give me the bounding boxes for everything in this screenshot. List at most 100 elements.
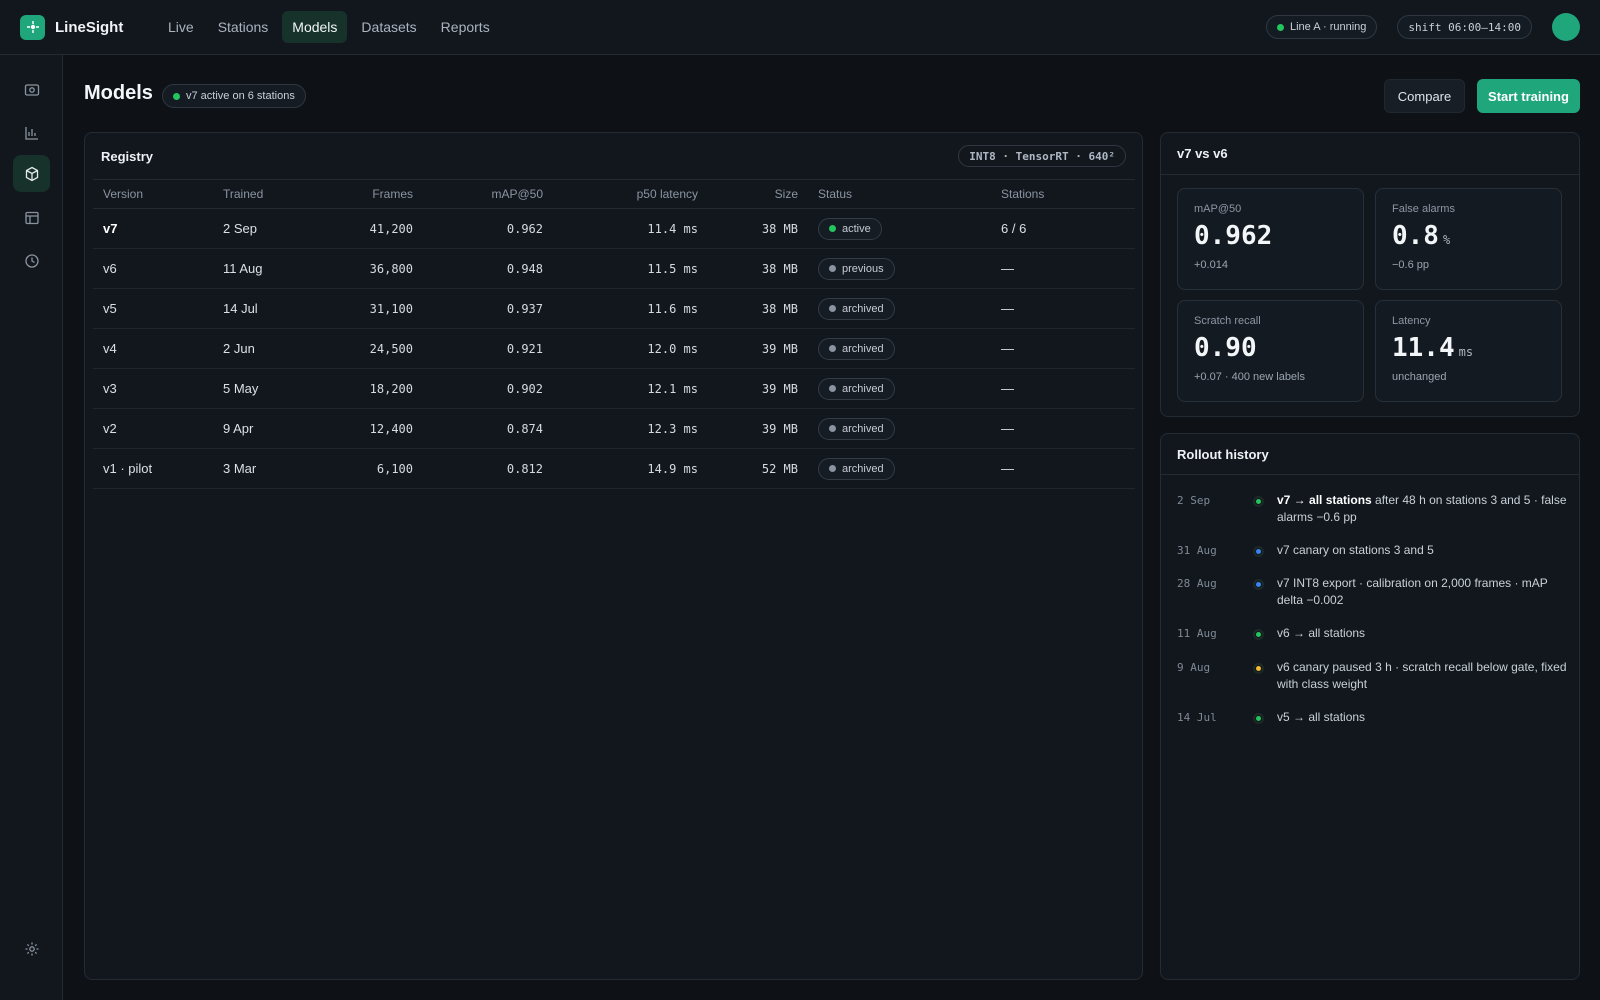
cell-size: 38 MB bbox=[708, 208, 808, 249]
table-row[interactable]: v7 2 Sep 41,200 0.962 11.4 ms 38 MB active 6 / … bbox=[93, 208, 1135, 249]
col-size[interactable]: Size bbox=[708, 179, 808, 209]
nav-live[interactable]: Live bbox=[158, 11, 204, 43]
rollout-title: Rollout history bbox=[1161, 434, 1579, 475]
active-dot-icon bbox=[173, 92, 180, 100]
page-title: Models bbox=[84, 82, 153, 104]
status-badge: previous bbox=[818, 257, 895, 280]
timeline-date: 2 Sep bbox=[1177, 494, 1211, 507]
col-frames[interactable]: Frames bbox=[313, 179, 423, 209]
compare-button[interactable]: Compare bbox=[1384, 79, 1465, 113]
cell-map: 0.937 bbox=[423, 288, 553, 329]
col-latency[interactable]: p50 latency bbox=[553, 179, 708, 209]
status-dot-icon bbox=[1276, 23, 1284, 31]
rail-models-button[interactable] bbox=[13, 155, 50, 192]
cell-stations: — bbox=[991, 248, 1135, 289]
cell-status: archived bbox=[808, 408, 991, 449]
stat-card-map: mAP@50 0.962 +0.014 bbox=[1177, 188, 1364, 290]
cell-size: 39 MB bbox=[708, 328, 808, 369]
nav-datasets[interactable]: Datasets bbox=[351, 11, 426, 43]
col-version[interactable]: Version bbox=[93, 179, 213, 209]
stat-label: Latency bbox=[1392, 315, 1431, 327]
line-status-pill[interactable]: Line A · running bbox=[1265, 15, 1378, 39]
col-trained[interactable]: Trained bbox=[213, 179, 313, 209]
timeline-dot-icon bbox=[1253, 579, 1264, 590]
status-badge: archived bbox=[818, 377, 895, 400]
status-dot-icon bbox=[829, 265, 836, 272]
nav-reports[interactable]: Reports bbox=[431, 11, 500, 43]
status-text: archived bbox=[842, 382, 884, 395]
cell-latency: 11.6 ms bbox=[553, 288, 708, 329]
app-logo[interactable]: LineSight bbox=[20, 14, 158, 40]
cell-size: 38 MB bbox=[708, 248, 808, 289]
table-row[interactable]: v5 14 Jul 31,100 0.937 11.6 ms 38 MB archived — bbox=[93, 288, 1135, 329]
app-name: LineSight bbox=[55, 18, 124, 36]
cell-version: v4 bbox=[93, 328, 213, 369]
stat-card-scratch-recall: Scratch recall 0.90 +0.07 · 400 new labe… bbox=[1177, 300, 1364, 402]
user-avatar[interactable] bbox=[1552, 13, 1580, 41]
rail-history-button[interactable] bbox=[13, 242, 50, 279]
start-training-button[interactable]: Start training bbox=[1477, 79, 1580, 113]
col-stations[interactable]: Stations bbox=[991, 179, 1135, 209]
timeline-dot-icon bbox=[1253, 546, 1264, 557]
timeline-detail-text: v7 canary on stations 3 and 5 bbox=[1277, 543, 1434, 557]
table-row[interactable]: v3 5 May 18,200 0.902 12.1 ms 39 MB archived — bbox=[93, 368, 1135, 409]
rail-live-button[interactable] bbox=[13, 71, 50, 108]
timeline-text: v6 canary paused 3 h · scratch recall be… bbox=[1277, 659, 1567, 693]
logo-icon bbox=[20, 14, 45, 40]
cell-frames: 24,500 bbox=[313, 328, 423, 369]
cell-stations: — bbox=[991, 448, 1135, 489]
active-version-badge: v7 active on 6 stations bbox=[162, 84, 306, 108]
compare-title: v7 vs v6 bbox=[1161, 133, 1579, 175]
cell-size: 39 MB bbox=[708, 408, 808, 449]
timeline-dot-icon bbox=[1253, 663, 1264, 674]
status-dot-icon bbox=[829, 225, 836, 232]
cell-trained: 5 May bbox=[213, 368, 313, 409]
compare-panel: v7 vs v6 mAP@50 0.962 +0.014 False alarm… bbox=[1160, 132, 1580, 417]
stat-value: 0.962 bbox=[1194, 221, 1273, 251]
cell-latency: 14.9 ms bbox=[553, 448, 708, 489]
nav-models[interactable]: Models bbox=[282, 11, 348, 43]
status-dot-icon bbox=[829, 305, 836, 312]
cell-trained: 3 Mar bbox=[213, 448, 313, 489]
col-map[interactable]: mAP@50 bbox=[423, 179, 553, 209]
cell-map: 0.962 bbox=[423, 208, 553, 249]
table-row[interactable]: v4 2 Jun 24,500 0.921 12.0 ms 39 MB archived — bbox=[93, 328, 1135, 369]
timeline-dot-icon bbox=[1253, 629, 1264, 640]
status-text: previous bbox=[842, 262, 884, 275]
timeline-date: 9 Aug bbox=[1177, 661, 1211, 674]
status-text: active bbox=[842, 222, 871, 235]
cell-trained: 2 Sep bbox=[213, 208, 313, 249]
stat-card-latency: Latency 11.4 ms unchanged bbox=[1375, 300, 1562, 402]
stat-label: mAP@50 bbox=[1194, 203, 1242, 215]
rail-datasets-button[interactable] bbox=[13, 199, 50, 236]
registry-table: Version Trained Frames mAP@50 p50 latenc… bbox=[93, 179, 1135, 489]
table-row[interactable]: v6 11 Aug 36,800 0.948 11.5 ms 38 MB previous — bbox=[93, 248, 1135, 289]
cell-frames: 31,100 bbox=[313, 288, 423, 329]
rail-stats-button[interactable] bbox=[13, 114, 50, 151]
stat-label: Scratch recall bbox=[1194, 315, 1261, 327]
table-row[interactable]: v2 9 Apr 12,400 0.874 12.3 ms 39 MB archived — bbox=[93, 408, 1135, 449]
timeline-detail-text: v6 → all stations bbox=[1277, 626, 1366, 640]
cell-size: 52 MB bbox=[708, 448, 808, 489]
status-badge: archived bbox=[818, 337, 895, 360]
table-row[interactable]: v1 · pilot 3 Mar 6,100 0.812 14.9 ms 52 MB arc… bbox=[93, 448, 1135, 489]
stat-label: False alarms bbox=[1392, 203, 1455, 215]
cell-latency: 12.1 ms bbox=[553, 368, 708, 409]
cell-size: 39 MB bbox=[708, 368, 808, 409]
status-dot-icon bbox=[829, 425, 836, 432]
shift-text: shift 06:00–14:00 bbox=[1408, 20, 1521, 34]
registry-panel: Registry INT8 · TensorRT · 640² Version … bbox=[84, 132, 1143, 980]
timeline-text: v6 → all stations bbox=[1277, 625, 1567, 642]
rail-settings-button[interactable] bbox=[13, 930, 50, 967]
timeline-bold-text: v7 → all stations bbox=[1277, 493, 1372, 507]
cell-trained: 2 Jun bbox=[213, 328, 313, 369]
shift-pill[interactable]: shift 06:00–14:00 bbox=[1397, 15, 1532, 39]
timeline-date: 14 Jul bbox=[1177, 711, 1217, 724]
status-badge: archived bbox=[818, 417, 895, 440]
nav-stations[interactable]: Stations bbox=[208, 11, 279, 43]
gear-icon bbox=[25, 942, 38, 955]
col-status[interactable]: Status bbox=[808, 179, 991, 209]
bar-chart-icon bbox=[24, 126, 38, 140]
line-status-text: Line A · running bbox=[1289, 21, 1367, 33]
cell-status: archived bbox=[808, 368, 991, 409]
